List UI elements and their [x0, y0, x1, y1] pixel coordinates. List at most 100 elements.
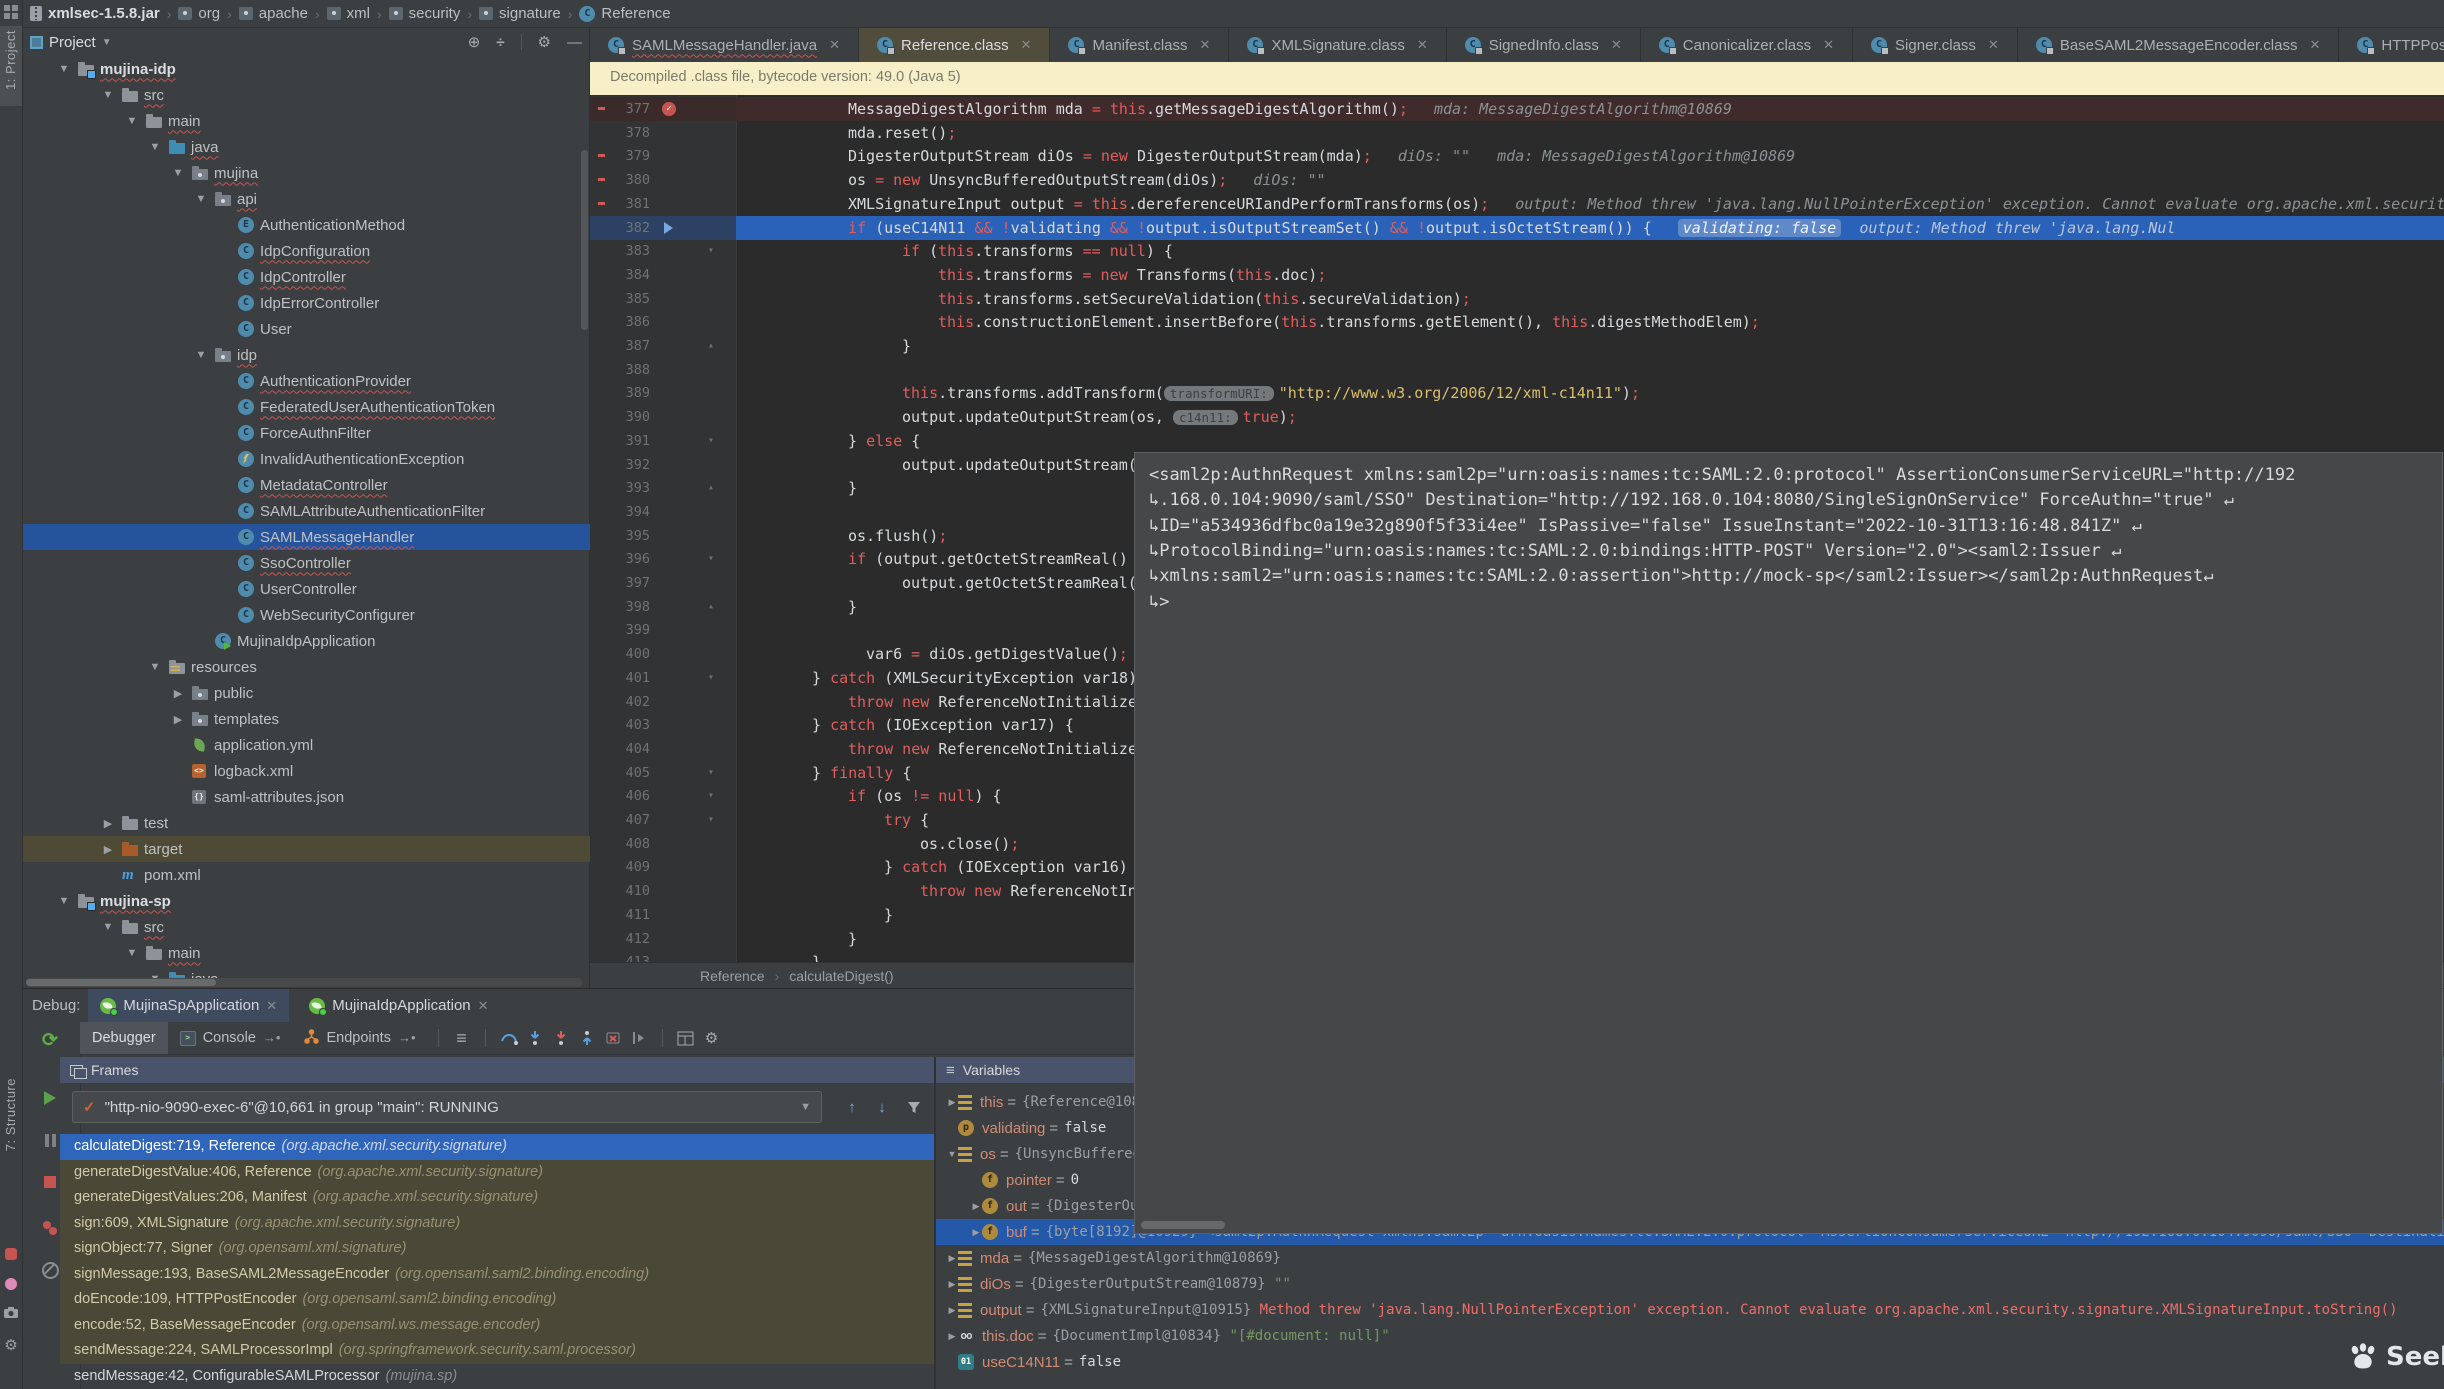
tree-item-idp[interactable]: ▼idp	[22, 342, 590, 368]
chevron-collapsed-icon[interactable]: ▶	[946, 1305, 958, 1316]
debugger-view-tab-Console[interactable]: >Console→•	[168, 1022, 293, 1054]
frame-row[interactable]: calculateDigest:719, Reference(org.apach…	[60, 1134, 934, 1160]
line-number[interactable]: 394	[590, 500, 650, 524]
line-number[interactable]: 402	[590, 690, 650, 714]
chevron-expanded-icon[interactable]: ▼	[101, 921, 115, 933]
rerun-icon[interactable]: ⟳	[40, 1030, 60, 1050]
frame-row[interactable]: encode:52, BaseMessageEncoder(org.opensa…	[60, 1313, 934, 1339]
tree-item-target[interactable]: ▶target	[22, 836, 590, 862]
fold-marker-icon[interactable]: ▴	[708, 476, 714, 500]
tab-Reference.class[interactable]: CReference.class✕	[859, 28, 1050, 62]
tree-item-AuthenticationProvider[interactable]: CAuthenticationProvider	[22, 368, 590, 394]
tree-item-SAMLAttributeAuthenticationFilter[interactable]: CSAMLAttributeAuthenticationFilter	[22, 498, 590, 524]
tab-BaseSAML2MessageEncoder.class[interactable]: CBaseSAML2MessageEncoder.class✕	[2018, 28, 2340, 62]
code-line-382[interactable]: 382if (useC14N11 && !validating && !outp…	[590, 216, 2444, 240]
chevron-expanded-icon[interactable]: ▼	[125, 115, 139, 127]
line-number[interactable]: 382	[590, 216, 650, 240]
chevron-collapsed-icon[interactable]: ▶	[946, 1097, 958, 1108]
tree-item-ForceAuthnFilter[interactable]: CForceAuthnFilter	[22, 420, 590, 446]
line-number[interactable]: 407	[590, 808, 650, 832]
line-number[interactable]: 391	[590, 429, 650, 453]
chevron-collapsed-icon[interactable]: ▶	[946, 1279, 958, 1290]
fold-marker-icon[interactable]: ▾	[708, 666, 714, 690]
code-line-388[interactable]: 388	[590, 358, 2444, 382]
hide-panel-icon[interactable]: —	[567, 34, 582, 51]
chevron-collapsed-icon[interactable]: ▶	[970, 1201, 982, 1212]
code-line-381[interactable]: 381XMLSignatureInput output = this.deref…	[590, 192, 2444, 216]
line-number[interactable]: 403	[590, 713, 650, 737]
tab-Signer.class[interactable]: CSigner.class✕	[1853, 28, 2018, 62]
close-icon[interactable]: ✕	[829, 37, 840, 53]
line-number[interactable]: 404	[590, 737, 650, 761]
prev-frame-icon[interactable]: ↑	[840, 1095, 864, 1119]
breadcrumb-item[interactable]: apache	[239, 5, 308, 22]
line-number[interactable]: 400	[590, 642, 650, 666]
tab-Manifest.class[interactable]: CManifest.class✕	[1050, 28, 1229, 62]
line-number[interactable]: 387	[590, 334, 650, 358]
fold-marker-icon[interactable]: ▾	[708, 429, 714, 453]
line-number[interactable]: 412	[590, 927, 650, 951]
line-number[interactable]: 389	[590, 381, 650, 405]
menu-grid-icon[interactable]	[3, 4, 19, 20]
code-line-380[interactable]: 380os = new UnsyncBufferedOutputStream(d…	[590, 168, 2444, 192]
stripe-tab-structure[interactable]: 7: Structure	[3, 1078, 18, 1151]
frame-row[interactable]: signMessage:193, BaseSAML2MessageEncoder…	[60, 1262, 934, 1288]
line-number[interactable]: 392	[590, 453, 650, 477]
pin-tab-icon[interactable]: →•	[263, 1030, 281, 1045]
variable-row-useC14N11[interactable]: 01useC14N11=false	[936, 1349, 2444, 1375]
record-icon[interactable]	[3, 1248, 19, 1264]
stop-icon[interactable]	[40, 1172, 60, 1192]
line-number[interactable]: 383	[590, 239, 650, 263]
code-line-387[interactable]: 387▴}	[590, 334, 2444, 358]
fold-marker-icon[interactable]: ▴	[708, 595, 714, 619]
close-icon[interactable]: ✕	[2309, 37, 2320, 53]
tree-item-java[interactable]: ▼java	[22, 134, 590, 160]
resume-icon[interactable]	[40, 1088, 60, 1108]
code-line-386[interactable]: 386this.constructionElement.insertBefore…	[590, 310, 2444, 334]
tree-item-main[interactable]: ▼main	[22, 108, 590, 134]
line-number[interactable]: 385	[590, 287, 650, 311]
line-number[interactable]: 393	[590, 476, 650, 500]
breadcrumb-method[interactable]: calculateDigest()	[789, 968, 893, 984]
chevron-expanded-icon[interactable]: ▼	[57, 63, 71, 75]
variable-row-output[interactable]: ▶output={XMLSignatureInput@10915} Method…	[936, 1297, 2444, 1323]
fold-marker-icon[interactable]: ▾	[708, 761, 714, 785]
fold-marker-icon[interactable]: ▾	[708, 547, 714, 571]
collapse-all-icon[interactable]: ÷	[496, 34, 504, 51]
chevron-collapsed-icon[interactable]: ▶	[101, 817, 115, 830]
frame-row[interactable]: sendMessage:42, ConfigurableSAMLProcesso…	[60, 1364, 934, 1389]
tab-XMLSignature.class[interactable]: CXMLSignature.class✕	[1229, 28, 1446, 62]
chevron-expanded-icon[interactable]: ▼	[148, 141, 162, 153]
code-line-379[interactable]: 379DigesterOutputStream diOs = new Diges…	[590, 144, 2444, 168]
project-tree-vscrollbar[interactable]	[581, 150, 588, 330]
tree-item-User[interactable]: CUser	[22, 316, 590, 342]
close-icon[interactable]: ✕	[478, 998, 489, 1014]
locate-file-icon[interactable]: ⊕	[468, 33, 481, 51]
run-to-cursor-icon[interactable]	[626, 1027, 652, 1049]
filter-frames-icon[interactable]	[902, 1095, 926, 1119]
chevron-expanded-icon[interactable]: ▼	[125, 947, 139, 959]
close-icon[interactable]: ✕	[266, 998, 277, 1014]
highlight-icon[interactable]	[3, 1278, 19, 1294]
fold-marker-icon[interactable]: ▴	[708, 334, 714, 358]
line-number[interactable]: 405	[590, 761, 650, 785]
drop-frame-icon[interactable]	[600, 1027, 626, 1049]
close-icon[interactable]: ✕	[1611, 37, 1622, 53]
stripe-tab-project[interactable]: 1: Project	[3, 30, 18, 90]
tree-item-application.yml[interactable]: application.yml	[22, 732, 590, 758]
chevron-collapsed-icon[interactable]: ▶	[946, 1253, 958, 1264]
fold-marker-icon[interactable]: ▾	[708, 239, 714, 263]
thread-selector[interactable]: ✓ "http-nio-9090-exec-6"@10,661 in group…	[72, 1091, 822, 1123]
camera-icon[interactable]	[3, 1306, 19, 1322]
frame-row[interactable]: generateDigestValue:406, Reference(org.a…	[60, 1160, 934, 1186]
breadcrumb-class[interactable]: Reference	[700, 968, 765, 984]
tree-item-MetadataController[interactable]: CMetadataController	[22, 472, 590, 498]
line-number[interactable]: 396	[590, 547, 650, 571]
tree-item-resources[interactable]: ▼resources	[22, 654, 590, 680]
breadcrumb-item[interactable]: CReference	[579, 5, 670, 22]
code-line-390[interactable]: 390output.updateOutputStream(os, c14n11:…	[590, 405, 2444, 429]
debug-session-tab-MujinaSpApplication[interactable]: MujinaSpApplication✕	[88, 989, 289, 1022]
chevron-collapsed-icon[interactable]: ▶	[171, 713, 185, 726]
tree-item-src[interactable]: ▼src	[22, 914, 590, 940]
line-number[interactable]: 390	[590, 405, 650, 429]
